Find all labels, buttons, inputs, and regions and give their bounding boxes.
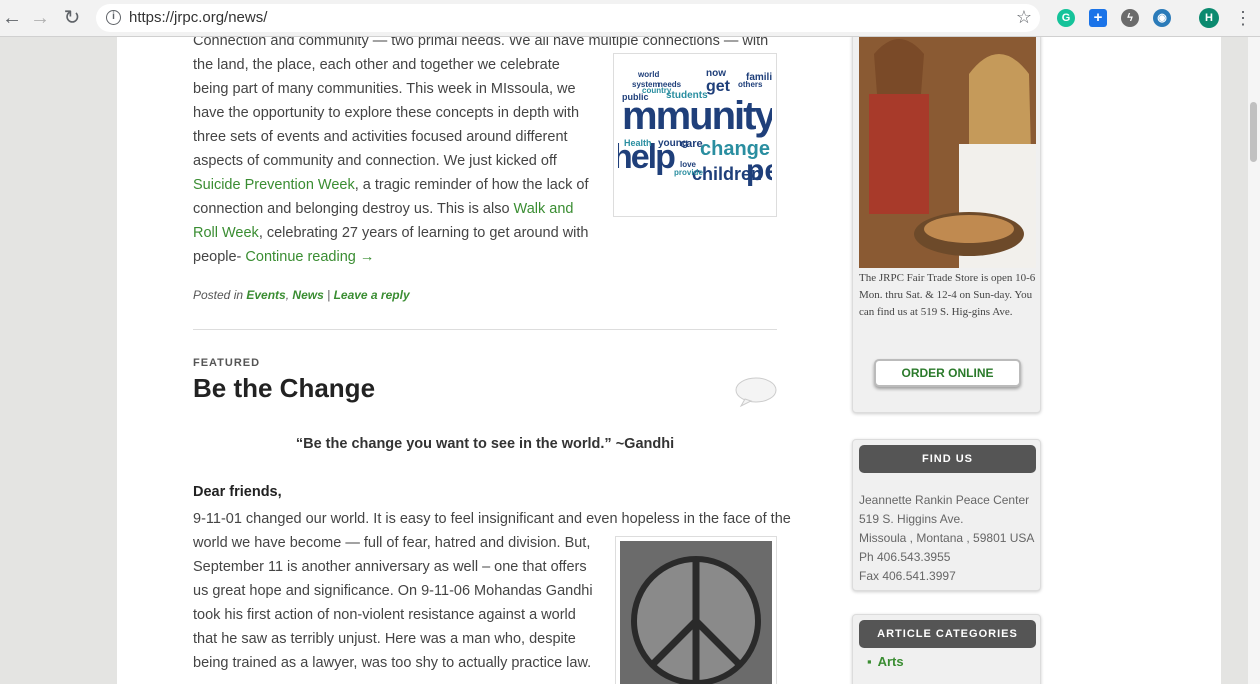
wc-word: now xyxy=(706,68,726,79)
address-line: 519 S. Higgins Ave. xyxy=(859,512,964,526)
bookmark-star-icon[interactable]: ☆ xyxy=(1016,7,1032,28)
text-line: 9-11-01 changed our world. It is easy to… xyxy=(193,511,791,527)
suicide-prevention-link[interactable]: Suicide Prevention Week xyxy=(193,177,355,193)
continue-reading-link[interactable]: Continue reading → xyxy=(245,249,374,265)
leave-reply-link[interactable]: Leave a reply xyxy=(334,288,410,302)
text-line: have the opportunity to explore these co… xyxy=(193,105,580,121)
walk-roll-link[interactable]: Walk and xyxy=(514,201,574,217)
profile-avatar[interactable]: H xyxy=(1199,8,1219,28)
wc-word: Health xyxy=(624,138,652,148)
wc-word: provide xyxy=(674,168,703,177)
address-line: Fax 406.541.3997 xyxy=(859,569,956,583)
wc-word: country xyxy=(642,86,672,95)
store-photo xyxy=(859,37,1036,268)
store-photo-art xyxy=(859,37,1036,268)
text-line: people- Continue reading → xyxy=(193,249,375,265)
bullet-icon: ▪ xyxy=(867,654,872,669)
find-us-header: FIND US xyxy=(859,445,1036,473)
forward-arrow-icon[interactable]: → xyxy=(28,6,52,30)
peace-photo xyxy=(620,541,772,684)
text-line: Roll Week, celebrating 27 years of learn… xyxy=(193,225,589,241)
category-events-link[interactable]: Events xyxy=(246,288,285,302)
text-line: Suicide Prevention Week, a tragic remind… xyxy=(193,177,589,193)
address-line: Ph 406.543.3955 xyxy=(859,550,951,564)
wc-word: care xyxy=(680,138,703,150)
wc-word: others xyxy=(738,80,763,89)
text-line: Connection and community — two primal ne… xyxy=(193,37,769,49)
find-us-widget: FIND US Jeannette Rankin Peace Center 51… xyxy=(852,439,1041,591)
walk-roll-link-cont[interactable]: Roll Week xyxy=(193,225,259,241)
scrollbar-thumb[interactable] xyxy=(1250,102,1257,162)
wc-word: get xyxy=(706,78,730,95)
categories-header: ARTICLE CATEGORIES xyxy=(859,620,1036,648)
greeting: Dear friends, xyxy=(193,484,282,500)
wc-word: students xyxy=(666,90,708,101)
grammarly-icon[interactable]: G xyxy=(1057,9,1075,27)
eye-icon[interactable]: ◉ xyxy=(1153,9,1171,27)
address-block: Jeannette Rankin Peace Center 519 S. Hig… xyxy=(859,491,1034,586)
article-categories-widget: ARTICLE CATEGORIES ▪ Arts xyxy=(852,614,1041,684)
wordcloud: mmunity change children help students ge… xyxy=(618,58,772,212)
order-online-button[interactable]: ORDER ONLINE xyxy=(874,359,1021,387)
back-arrow-icon[interactable]: ← xyxy=(0,6,24,30)
post1-excerpt: Connection and community — two primal ne… xyxy=(193,37,769,269)
wc-word: world xyxy=(638,70,660,79)
reload-icon[interactable]: ↻ xyxy=(60,6,84,30)
browser-toolbar: ← → ↻ i https://jrpc.org/news/ ☆ G + ϟ ◉… xyxy=(0,0,1260,37)
text-line: the land, the place, each other and toge… xyxy=(193,57,560,73)
text-line: connection and belonging destroy us. Thi… xyxy=(193,201,574,217)
page-viewport: Connection and community — two primal ne… xyxy=(0,37,1260,684)
post-divider xyxy=(193,329,777,330)
store-hours-text: The JRPC Fair Trade Store is open 10-6 M… xyxy=(859,272,1036,318)
fair-trade-store-widget: The JRPC Fair Trade Store is open 10-6 M… xyxy=(852,37,1041,413)
bolt-icon[interactable]: ϟ xyxy=(1121,9,1139,27)
peace-sign-image[interactable] xyxy=(615,536,777,684)
category-list: ▪ Arts xyxy=(867,654,904,669)
post1-meta: Posted in Events, News | Leave a reply xyxy=(193,288,410,302)
text-line: aspects of community and connection. We … xyxy=(193,153,557,169)
text-line: being part of many communities. This wee… xyxy=(193,81,576,97)
scrollbar[interactable] xyxy=(1248,37,1260,684)
category-news-link[interactable]: News xyxy=(292,288,323,302)
url-text[interactable]: https://jrpc.org/news/ xyxy=(129,9,267,26)
gandhi-quote: “Be the change you want to see in the wo… xyxy=(295,436,675,452)
plus-icon[interactable]: + xyxy=(1089,9,1107,27)
address-bar[interactable]: i https://jrpc.org/news/ ☆ xyxy=(96,4,1040,32)
info-icon[interactable]: i xyxy=(106,10,121,25)
comment-bubble-icon[interactable] xyxy=(735,377,777,407)
community-wordcloud-image[interactable]: mmunity change children help students ge… xyxy=(613,53,777,217)
address-line: Jeannette Rankin Peace Center xyxy=(859,493,1030,507)
wc-word: pe xyxy=(746,154,772,187)
text-line: three sets of events and activities focu… xyxy=(193,129,568,145)
category-arts-link[interactable]: Arts xyxy=(878,654,904,669)
post-title[interactable]: Be the Change xyxy=(193,373,375,404)
featured-kicker: FEATURED xyxy=(193,357,261,369)
address-line: Missoula , Montana , 59801 USA xyxy=(859,531,1035,545)
menu-dots-icon[interactable]: ⋮ xyxy=(1234,8,1252,28)
peace-sign-icon xyxy=(620,541,772,684)
